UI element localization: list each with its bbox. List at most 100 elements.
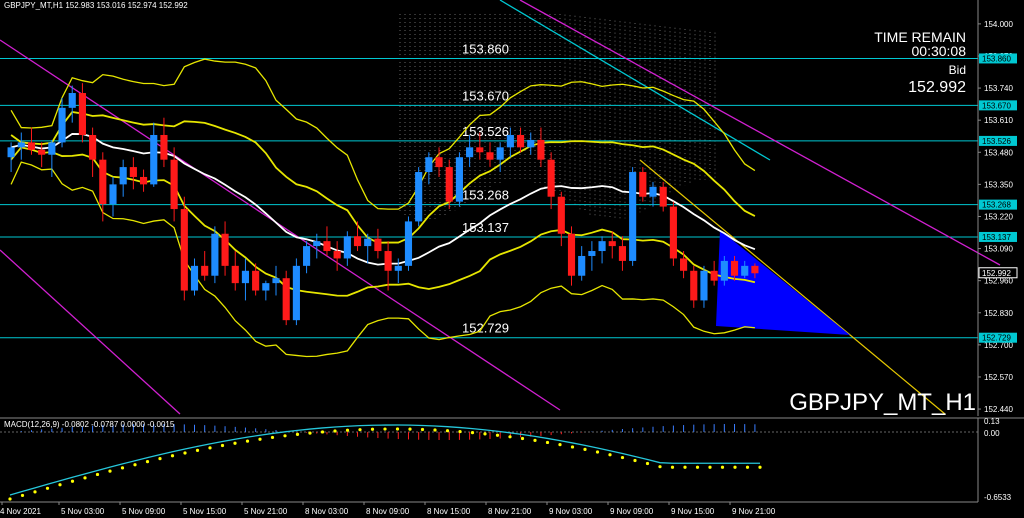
candle-body[interactable] [38,149,46,155]
candle-body[interactable] [333,251,341,259]
candle-body[interactable] [211,233,219,276]
candle-body[interactable] [455,157,463,202]
candle-body[interactable] [170,159,178,210]
candle-body[interactable] [201,265,209,276]
price-tick-label: 154.000 [984,20,1013,29]
candle-body[interactable] [282,278,290,321]
candle-body[interactable] [119,167,127,185]
macd-signal-dot [708,465,712,469]
macd-signal-dot [133,463,137,467]
candle-body[interactable] [608,241,616,247]
candle-body[interactable] [598,241,606,252]
macd-signal-dot [658,465,662,469]
candle-body[interactable] [292,265,300,321]
candle-body[interactable] [669,206,677,259]
candle-body[interactable] [17,142,25,148]
candle-body[interactable] [252,270,260,291]
macd-signal-dot [245,439,250,443]
macd-signal-dot [320,430,325,434]
macd-signal-dot [208,446,212,450]
candle-body[interactable] [730,260,739,276]
price-tick-label: 152.440 [984,405,1013,414]
candle-body[interactable] [68,93,76,108]
macd-signal-dot [370,427,375,431]
candle-body[interactable] [58,107,66,143]
candle-body[interactable] [425,157,433,173]
candle-body[interactable] [567,233,576,276]
candle-body[interactable] [496,147,504,160]
candle-body[interactable] [374,238,382,252]
candle-body[interactable] [78,93,86,135]
candle-body[interactable] [476,147,484,153]
price-tag-label: 153.670 [982,101,1011,110]
candle-body[interactable] [527,139,535,148]
price-tick-label: 153.220 [984,212,1013,221]
candle-body[interactable] [751,265,759,274]
price-tick-label: 153.480 [984,148,1013,157]
candle-body[interactable] [109,184,117,205]
candle-body[interactable] [221,233,229,266]
candle-body[interactable] [588,251,596,256]
candle-body[interactable] [99,159,107,205]
candle-body[interactable] [262,283,270,291]
candle-body[interactable] [578,255,586,276]
candle-body[interactable] [547,159,555,197]
candle-body[interactable] [659,186,667,207]
candle-body[interactable] [129,167,137,177]
candle-body[interactable] [629,172,637,261]
macd-signal-dot [583,447,587,452]
macd-signal-dot [358,428,362,432]
price-tag-label: 153.526 [982,137,1011,146]
candle-body[interactable] [415,172,423,222]
candle-body[interactable] [89,134,97,160]
candle-body[interactable] [48,142,56,155]
candle-body[interactable] [649,186,657,197]
candle-body[interactable] [27,142,36,150]
candle-body[interactable] [323,241,331,252]
candle-body[interactable] [700,270,708,301]
candle-body[interactable] [486,152,494,160]
macd-signal-dot [558,443,562,447]
candle-body[interactable] [190,265,199,291]
candle-body[interactable] [343,236,351,259]
candle-body[interactable] [180,209,188,291]
candle-body[interactable] [231,265,239,284]
macd-signal-dot [395,427,400,431]
time-tick-label: 8 Nov 15:00 [427,507,471,516]
macd-signal-dot [45,486,50,490]
candle-body[interactable] [639,172,647,197]
candle-body[interactable] [7,147,15,158]
candle-body[interactable] [150,134,158,185]
candle-body[interactable] [241,270,250,284]
candle-body[interactable] [506,134,514,148]
macd-signal-dot [308,431,312,435]
macd-signal-dot [433,428,437,432]
bid-label: Bid [949,63,966,77]
candle-body[interactable] [384,251,392,271]
candle-body[interactable] [741,265,749,276]
macd-signal-dot [158,457,162,461]
candle-body[interactable] [680,258,688,271]
candle-body[interactable] [720,260,728,281]
candle-body[interactable] [160,134,168,160]
price-chart[interactable]: 153.860 153.670 153.526 153.268 153.137 152.7… [0,0,1024,518]
candle-body[interactable] [516,134,525,148]
candle-body[interactable] [557,196,565,234]
candle-body[interactable] [404,221,413,266]
candle-body[interactable] [618,246,627,261]
candle-body[interactable] [364,238,372,247]
candle-body[interactable] [466,147,474,158]
candle-body[interactable] [710,270,718,281]
candle-body[interactable] [537,139,545,160]
price-tick-label: 153.350 [984,180,1013,189]
candle-body[interactable] [272,278,280,284]
candle-body[interactable] [353,236,362,247]
candle-body[interactable] [690,270,698,301]
candle-body[interactable] [435,157,443,168]
candle-body[interactable] [139,176,148,185]
candle-body[interactable] [303,246,311,266]
candle-body[interactable] [445,167,453,202]
candle-body[interactable] [394,265,402,271]
candle-body[interactable] [313,241,321,247]
time-tick-label: 4 Nov 2021 [0,507,41,516]
